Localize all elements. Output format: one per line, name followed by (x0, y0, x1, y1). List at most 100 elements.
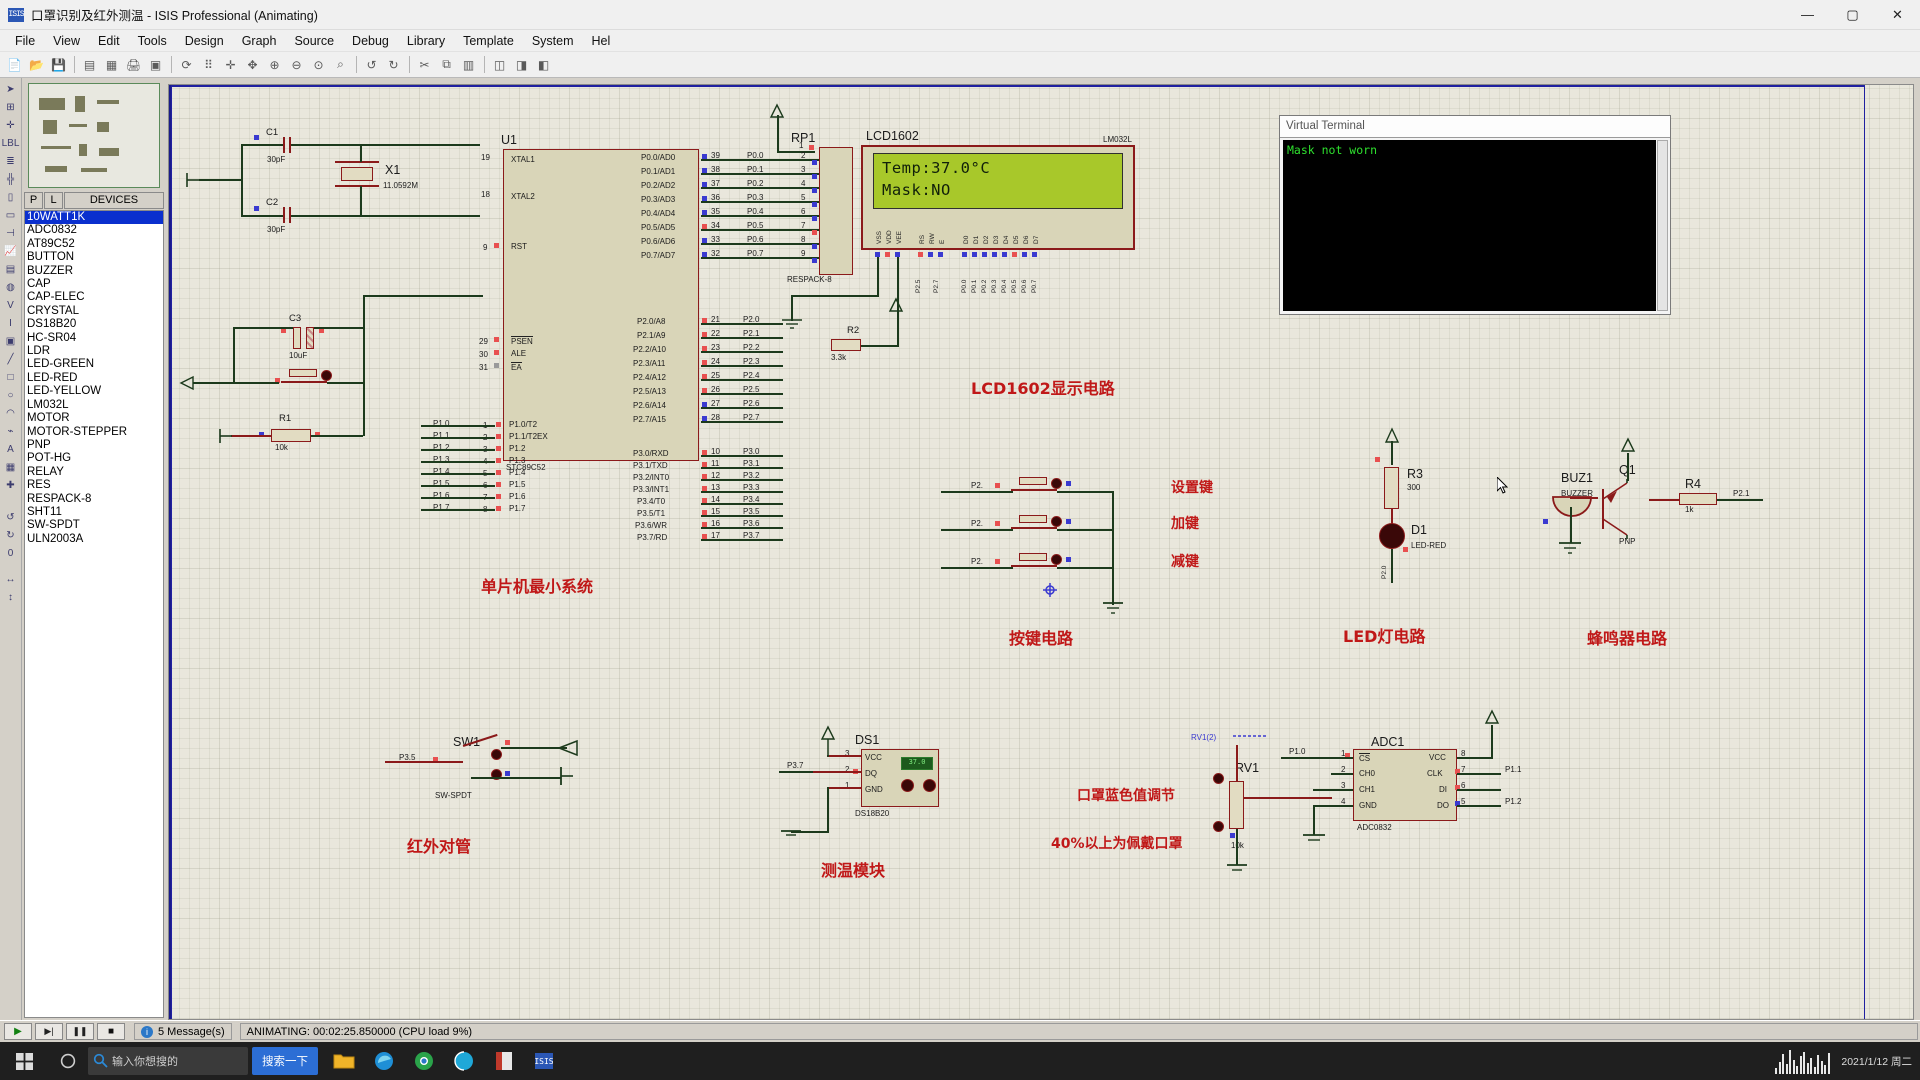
rp1-body[interactable] (819, 147, 853, 275)
open-folder-icon[interactable]: 📂 (26, 55, 47, 75)
device-item-8[interactable]: DS18B20 (25, 318, 163, 331)
step-button[interactable]: ▶| (35, 1023, 63, 1040)
chrome-icon[interactable] (404, 1042, 444, 1080)
text-script-icon[interactable]: ≣ (1, 153, 20, 170)
device-item-13[interactable]: LED-YELLOW (25, 385, 163, 398)
device-item-18[interactable]: POT-HG (25, 452, 163, 465)
menu-file[interactable]: File (6, 32, 44, 50)
block-copy-icon[interactable]: ◫ (489, 55, 510, 75)
text-icon[interactable]: A (1, 441, 20, 458)
zoom-out-icon[interactable]: ⊖ (286, 55, 307, 75)
wire-label-icon[interactable]: LBL (1, 135, 20, 152)
cut-icon[interactable]: ✂ (414, 55, 435, 75)
r2-body[interactable] (831, 339, 861, 351)
graph-icon[interactable]: 📈 (1, 243, 20, 260)
device-item-2[interactable]: AT89C52 (25, 238, 163, 251)
close-button[interactable]: ✕ (1875, 0, 1920, 30)
virtual-instrument-icon[interactable]: ▣ (1, 333, 20, 350)
key1-cap[interactable] (1051, 478, 1062, 489)
cortana-icon[interactable] (48, 1042, 88, 1080)
device-item-16[interactable]: MOTOR-STEPPER (25, 426, 163, 439)
search-go-button[interactable]: 搜索一下 (252, 1047, 318, 1075)
menu-library[interactable]: Library (398, 32, 454, 50)
r1-body[interactable] (271, 429, 311, 442)
rv1-body[interactable] (1229, 781, 1244, 829)
devices-list[interactable]: 10WATT1K ADC0832 AT89C52 BUTTON BUZZER C… (24, 210, 164, 1018)
virtual-terminal-window[interactable]: Virtual Terminal Mask not worn (1279, 115, 1671, 315)
key2-cap[interactable] (1051, 516, 1062, 527)
device-item-23[interactable]: SW-SPDT (25, 519, 163, 532)
menu-edit[interactable]: Edit (89, 32, 129, 50)
menu-system[interactable]: System (523, 32, 583, 50)
start-button[interactable] (0, 1042, 48, 1080)
block-move-icon[interactable]: ◨ (511, 55, 532, 75)
file-explorer-icon[interactable] (324, 1042, 364, 1080)
word-icon[interactable] (484, 1042, 524, 1080)
arc-icon[interactable]: ◠ (1, 405, 20, 422)
virtual-terminal-scrollbar[interactable] (1657, 140, 1668, 311)
save-icon[interactable]: 💾 (48, 55, 69, 75)
key3-cap[interactable] (1051, 554, 1062, 565)
menu-template[interactable]: Template (454, 32, 523, 50)
component-mode-icon[interactable]: ⊞ (1, 99, 20, 116)
edge-icon[interactable] (364, 1042, 404, 1080)
menu-debug[interactable]: Debug (343, 32, 398, 50)
play-button[interactable]: ▶ (4, 1023, 32, 1040)
tape-recorder-icon[interactable]: ▤ (1, 261, 20, 278)
undo-icon[interactable]: ↺ (361, 55, 382, 75)
device-item-0[interactable]: 10WATT1K (25, 211, 163, 225)
browser-icon[interactable] (444, 1042, 484, 1080)
buzzer-symbol-icon[interactable] (1551, 495, 1593, 530)
path-icon[interactable]: ⌁ (1, 423, 20, 440)
device-item-5[interactable]: CAP (25, 278, 163, 291)
device-item-12[interactable]: LED-RED (25, 372, 163, 385)
device-item-20[interactable]: RES (25, 479, 163, 492)
block-delete-icon[interactable]: ◧ (533, 55, 554, 75)
device-item-4[interactable]: BUZZER (25, 265, 163, 278)
r4-body[interactable] (1679, 493, 1717, 505)
box-icon[interactable]: □ (1, 369, 20, 386)
menu-design[interactable]: Design (176, 32, 233, 50)
new-file-icon[interactable]: 📄 (4, 55, 25, 75)
device-item-7[interactable]: CRYSTAL (25, 305, 163, 318)
rotate-ccw-icon[interactable]: ↺ (1, 509, 20, 526)
zoom-area-icon[interactable]: ⌕ (330, 55, 351, 75)
device-item-14[interactable]: LM032L (25, 399, 163, 412)
symbol-icon[interactable]: ▦ (1, 459, 20, 476)
device-item-22[interactable]: SHT11 (25, 506, 163, 519)
schematic-canvas[interactable]: C1 30pF C2 30pF X1 11.0592M C3 10uF R1 1… (168, 84, 1914, 1020)
menu-graph[interactable]: Graph (233, 32, 286, 50)
isis-taskbar-icon[interactable]: ISIS (524, 1042, 564, 1080)
bus-icon[interactable]: ╬ (1, 171, 20, 188)
key2-body[interactable] (1019, 515, 1047, 523)
menu-help[interactable]: Hel (583, 32, 620, 50)
menu-view[interactable]: View (44, 32, 89, 50)
device-item-19[interactable]: RELAY (25, 466, 163, 479)
mirror-y-icon[interactable]: ↕ (1, 589, 20, 606)
zoom-in-icon[interactable]: ⊕ (264, 55, 285, 75)
device-item-1[interactable]: ADC0832 (25, 224, 163, 237)
select-mode-icon[interactable]: ➤ (1, 81, 20, 98)
key1-body[interactable] (1019, 477, 1047, 485)
devices-p-column-button[interactable]: P (24, 192, 43, 209)
device-item-24[interactable]: ULN2003A (25, 533, 163, 546)
current-probe-icon[interactable]: I (1, 315, 20, 332)
stop-button[interactable]: ■ (97, 1023, 125, 1040)
device-item-17[interactable]: PNP (25, 439, 163, 452)
r3-body[interactable] (1384, 467, 1399, 509)
pan-icon[interactable]: ✥ (242, 55, 263, 75)
device-item-9[interactable]: HC-SR04 (25, 332, 163, 345)
export-icon[interactable]: ▦ (101, 55, 122, 75)
device-item-10[interactable]: LDR (25, 345, 163, 358)
junction-dot-icon[interactable]: ✛ (1, 117, 20, 134)
pnp-transistor-symbol[interactable] (1597, 479, 1651, 544)
minimize-button[interactable]: — (1785, 0, 1830, 30)
menu-source[interactable]: Source (285, 32, 343, 50)
sw1-contact-a[interactable] (491, 749, 502, 760)
marker-icon[interactable]: ✚ (1, 477, 20, 494)
redo-icon[interactable]: ↻ (383, 55, 404, 75)
virtual-terminal-output[interactable]: Mask not worn (1283, 140, 1656, 311)
subcircuit-icon[interactable]: ▯ (1, 189, 20, 206)
preview-pane[interactable] (28, 83, 160, 188)
rv1-knob-down[interactable] (1213, 821, 1224, 832)
